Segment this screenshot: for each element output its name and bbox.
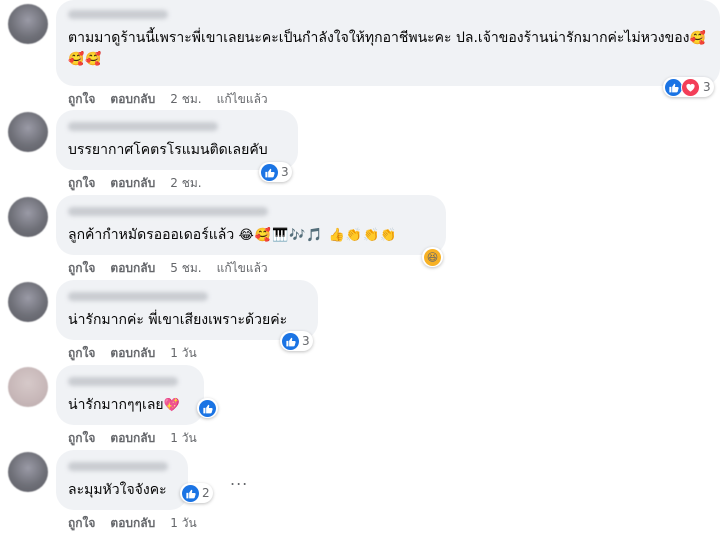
comment-text: น่ารักมากค่ะ พี่เขาเสียงเพราะด้วยค่ะ [68,312,288,328]
edited-label: แก้ไขแล้ว [216,261,268,275]
comment-bubble: ตามมาดูร้านนี้เพราะพี่เขาเลยนะคะเป็นกำลั… [56,0,720,86]
timestamp[interactable]: 2 ชม. [170,90,201,109]
comment-text: น่ารักมากๆๆเลย💖 [68,397,181,413]
author-name[interactable] [68,207,268,216]
comment-bubble: บรรยากาศโคตรโรแมนติดเลยคับ [56,110,298,170]
like-button[interactable]: ถูกใจ [68,174,95,193]
avatar[interactable] [8,4,48,44]
author-name[interactable] [68,10,168,19]
reply-button[interactable]: ตอบกลับ [110,514,155,533]
avatar[interactable] [8,367,48,407]
avatar[interactable] [8,112,48,152]
like-button[interactable]: ถูกใจ [68,259,95,278]
reply-button[interactable]: ตอบกลับ [110,90,155,109]
comment-text: ตามมาดูร้านนี้เพราะพี่เขาเลยนะคะเป็นกำลั… [68,30,707,67]
author-name[interactable] [68,462,168,471]
comment-actions: ถูกใจ ตอบกลับ 1 วัน [68,514,197,533]
timestamp[interactable]: 1 วัน [170,514,196,533]
comment-actions: ถูกใจ ตอบกลับ 2 ชม. [68,174,202,193]
reaction-count: 3 [281,165,289,179]
like-button[interactable]: ถูกใจ [68,514,95,533]
like-icon [261,163,278,181]
love-icon [681,77,700,97]
avatar[interactable] [8,197,48,237]
reaction-summary[interactable]: 3 [663,77,714,97]
reaction-count: 3 [302,334,310,348]
reaction-summary[interactable]: 😆 [422,247,443,267]
reaction-count: 3 [703,80,711,94]
reply-button[interactable]: ตอบกลับ [110,344,155,363]
author-name[interactable] [68,122,218,131]
reply-button[interactable]: ตอบกลับ [110,259,155,278]
like-button[interactable]: ถูกใจ [68,344,95,363]
more-options-icon[interactable]: ... [230,470,248,489]
like-icon [182,484,199,502]
comment-bubble: น่ารักมากค่ะ พี่เขาเสียงเพราะด้วยค่ะ [56,280,318,340]
comment-bubble: ลูกค้ากำหมัดรอออเดอร์แล้ว 😂🥰🎹🎶🎵 👍👏👏👏 [56,195,446,255]
author-name[interactable] [68,377,178,386]
comment-actions: ถูกใจ ตอบกลับ 1 วัน [68,344,197,363]
avatar[interactable] [8,282,48,322]
reaction-summary[interactable]: 3 [280,331,313,351]
comment-text: บรรยากาศโคตรโรแมนติดเลยคับ [68,142,268,158]
reaction-summary[interactable]: 3 [259,162,292,182]
comment-actions: ถูกใจ ตอบกลับ 5 ชม. แก้ไขแล้ว [68,259,268,278]
comment-text: ลูกค้ากำหมัดรอออเดอร์แล้ว 😂🥰🎹🎶🎵 👍👏👏👏 [68,227,398,243]
reaction-count: 2 [202,486,210,500]
comment-bubble: น่ารักมากๆๆเลย💖 [56,365,204,425]
edited-label: แก้ไขแล้ว [216,92,268,106]
comment-bubble: ละมุมหัวใจจังคะ [56,450,188,510]
reply-button[interactable]: ตอบกลับ [110,174,155,193]
timestamp[interactable]: 2 ชม. [170,174,201,193]
like-icon [665,78,682,96]
comment-text: ละมุมหัวใจจังคะ [68,482,167,498]
avatar[interactable] [8,452,48,492]
timestamp[interactable]: 5 ชม. [170,259,201,278]
comment-actions: ถูกใจ ตอบกลับ 1 วัน [68,429,197,448]
like-icon [282,332,299,350]
like-button[interactable]: ถูกใจ [68,429,95,448]
reply-button[interactable]: ตอบกลับ [110,429,155,448]
reaction-summary[interactable] [197,398,218,418]
author-name[interactable] [68,292,208,301]
timestamp[interactable]: 1 วัน [170,344,196,363]
comment-actions: ถูกใจ ตอบกลับ 2 ชม. แก้ไขแล้ว [68,90,268,109]
timestamp[interactable]: 1 วัน [170,429,196,448]
like-button[interactable]: ถูกใจ [68,90,95,109]
reaction-summary[interactable]: 2 [180,483,213,503]
haha-icon: 😆 [424,248,441,266]
like-icon [199,399,216,417]
